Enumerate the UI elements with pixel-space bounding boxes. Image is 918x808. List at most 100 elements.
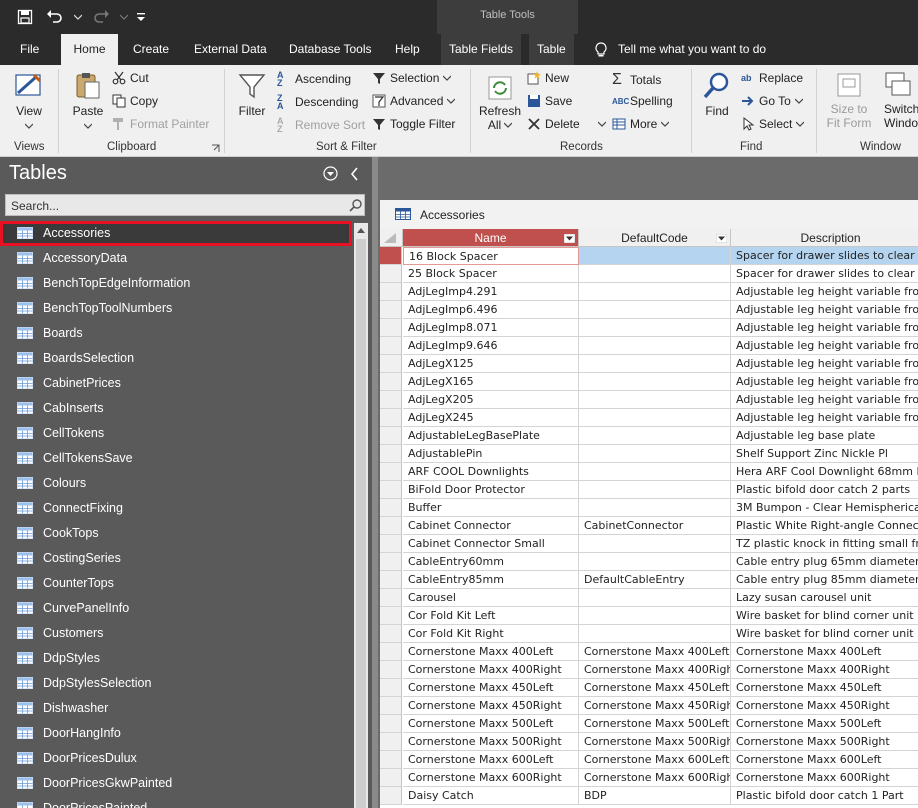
table-cell[interactable]: Plastic bifold door catch 2 parts <box>731 481 918 499</box>
table-cell[interactable] <box>579 535 731 553</box>
table-cell[interactable] <box>579 445 731 463</box>
table-cell[interactable]: ARF COOL Downlights <box>403 463 579 481</box>
customize-toolbar-icon[interactable] <box>136 6 146 28</box>
record-selector[interactable] <box>380 553 402 571</box>
table-cell[interactable]: Daisy Catch <box>403 787 579 805</box>
table-row[interactable]: Carousel Lazy susan carousel unit <box>380 589 918 607</box>
selection-button[interactable]: Selection <box>372 71 452 85</box>
table-cell[interactable]: Cornerstone Maxx 500Right <box>579 733 731 751</box>
table-cell[interactable]: Cornerstone Maxx 450Left <box>403 679 579 697</box>
table-cell[interactable]: CableEntry85mm <box>403 571 579 589</box>
table-cell[interactable]: BDP <box>579 787 731 805</box>
table-cell[interactable]: Plastic bifold door catch 1 Part <box>731 787 918 805</box>
table-row[interactable]: Cornerstone Maxx 600Right Cornerstone Max… <box>380 769 918 787</box>
table-row[interactable]: BiFold Door Protector Plastic bifold door… <box>380 481 918 499</box>
nav-table-item[interactable]: CounterTops <box>0 571 352 596</box>
tab-help[interactable]: Help <box>387 34 428 65</box>
table-cell[interactable]: CableEntry60mm <box>403 553 579 571</box>
table-row[interactable]: CableEntry85mm DefaultCableEntry Cable ent… <box>380 571 918 589</box>
scrollbar-thumb[interactable] <box>356 239 366 808</box>
nav-table-item[interactable]: BoardsSelection <box>0 346 352 371</box>
chevron-down-icon[interactable] <box>74 6 82 28</box>
switch-windows-button[interactable]: Switch Windows <box>884 71 918 130</box>
tab-create[interactable]: Create <box>125 34 177 65</box>
table-cell[interactable]: Cornerstone Maxx 450Right <box>579 697 731 715</box>
table-cell[interactable]: Cornerstone Maxx 450Right <box>731 697 918 715</box>
nav-search-box[interactable]: Search... <box>5 194 365 216</box>
column-filter-dropdown-icon[interactable] <box>564 234 575 243</box>
table-cell[interactable]: Wire basket for blind corner unit <box>731 625 918 643</box>
copy-button[interactable]: Copy <box>112 94 158 108</box>
table-cell[interactable]: AdjLegImp9.646 <box>403 337 579 355</box>
table-cell[interactable]: Cabinet Connector <box>403 517 579 535</box>
table-cell[interactable]: TZ plastic knock in fitting small fro <box>731 535 918 553</box>
table-cell[interactable]: AdjLegImp8.071 <box>403 319 579 337</box>
table-cell[interactable]: Cabinet Connector Small <box>403 535 579 553</box>
nav-table-item[interactable]: DdpStyles <box>0 646 352 671</box>
tab-database-tools[interactable]: Database Tools <box>281 34 380 65</box>
goto-button[interactable]: Go To <box>741 94 803 108</box>
table-cell[interactable]: Cornerstone Maxx 600Left <box>731 751 918 769</box>
refresh-all-button[interactable]: Refresh All <box>478 75 522 132</box>
search-input[interactable]: Search... <box>11 199 59 213</box>
table-row[interactable]: Cornerstone Maxx 450Right Cornerstone Max… <box>380 697 918 715</box>
table-cell[interactable]: Wire basket for blind corner unit <box>731 607 918 625</box>
table-cell[interactable]: Plastic White Right-angle Connect <box>731 517 918 535</box>
table-cell[interactable] <box>579 607 731 625</box>
table-row[interactable]: AdjLegX165 Adjustable leg height variable… <box>380 373 918 391</box>
table-cell[interactable] <box>579 409 731 427</box>
save-icon[interactable] <box>14 6 36 28</box>
totals-button[interactable]: Σ Totals <box>612 71 661 89</box>
cut-button[interactable]: Cut <box>112 71 149 85</box>
table-row[interactable]: Daisy Catch BDP Plastic bifold door catch … <box>380 787 918 805</box>
nav-table-item[interactable]: CellTokensSave <box>0 446 352 471</box>
table-cell[interactable]: Cornerstone Maxx 600Left <box>579 751 731 769</box>
nav-table-item[interactable]: CookTops <box>0 521 352 546</box>
table-cell[interactable]: Cornerstone Maxx 400Right <box>579 661 731 679</box>
table-row[interactable]: Cornerstone Maxx 600Left Cornerstone Maxx… <box>380 751 918 769</box>
table-cell[interactable]: Cornerstone Maxx 500Right <box>731 733 918 751</box>
table-cell[interactable]: AdjLegX165 <box>403 373 579 391</box>
table-cell[interactable]: Cornerstone Maxx 450Left <box>579 679 731 697</box>
nav-table-item[interactable]: CellTokens <box>0 421 352 446</box>
table-cell[interactable]: CabinetConnector <box>579 517 731 535</box>
new-record-button[interactable]: New <box>527 71 569 85</box>
table-cell[interactable] <box>579 625 731 643</box>
record-selector[interactable] <box>380 733 402 751</box>
table-row[interactable]: 16 Block Spacer Spacer for drawer slides … <box>380 247 918 265</box>
size-to-fit-button[interactable]: Size to Fit Form <box>824 71 874 130</box>
replace-button[interactable]: ab Replace <box>741 71 803 85</box>
table-cell[interactable]: Adjustable leg height variable fro <box>731 391 918 409</box>
pane-splitter[interactable] <box>372 157 378 808</box>
record-selector[interactable] <box>380 247 402 265</box>
table-cell[interactable]: AdjLegX125 <box>403 355 579 373</box>
record-selector[interactable] <box>380 625 402 643</box>
table-cell[interactable]: Shelf Support Zinc Nickle Pl <box>731 445 918 463</box>
table-row[interactable]: Cabinet Connector Small TZ plastic knock … <box>380 535 918 553</box>
nav-table-item[interactable]: CabinetPrices <box>0 371 352 396</box>
table-cell[interactable]: Cor Fold Kit Left <box>403 607 579 625</box>
table-cell[interactable] <box>579 283 731 301</box>
column-header-description[interactable]: Description <box>731 229 918 247</box>
table-cell[interactable] <box>579 337 731 355</box>
tab-table[interactable]: Table <box>529 34 574 65</box>
undo-icon[interactable] <box>44 6 66 28</box>
paste-button[interactable]: Paste <box>70 71 106 132</box>
record-selector[interactable] <box>380 535 402 553</box>
tab-home[interactable]: Home <box>61 34 118 65</box>
table-cell[interactable] <box>579 301 731 319</box>
record-selector[interactable] <box>380 481 402 499</box>
table-cell[interactable] <box>579 319 731 337</box>
table-cell[interactable]: Buffer <box>403 499 579 517</box>
view-button[interactable]: View <box>10 71 48 132</box>
record-selector[interactable] <box>380 427 402 445</box>
nav-table-item[interactable]: CostingSeries <box>0 546 352 571</box>
table-cell[interactable]: BiFold Door Protector <box>403 481 579 499</box>
remove-sort-button[interactable]: AZ Remove Sort <box>277 117 365 134</box>
tell-me-box[interactable]: Tell me what you want to do <box>594 34 766 65</box>
format-painter-button[interactable]: Format Painter <box>112 117 209 131</box>
table-cell[interactable]: Adjustable leg height variable fro <box>731 409 918 427</box>
dialog-launcher-icon[interactable] <box>211 144 220 153</box>
table-cell[interactable]: AdjustablePin <box>403 445 579 463</box>
table-cell[interactable]: Cornerstone Maxx 600Right <box>731 769 918 787</box>
